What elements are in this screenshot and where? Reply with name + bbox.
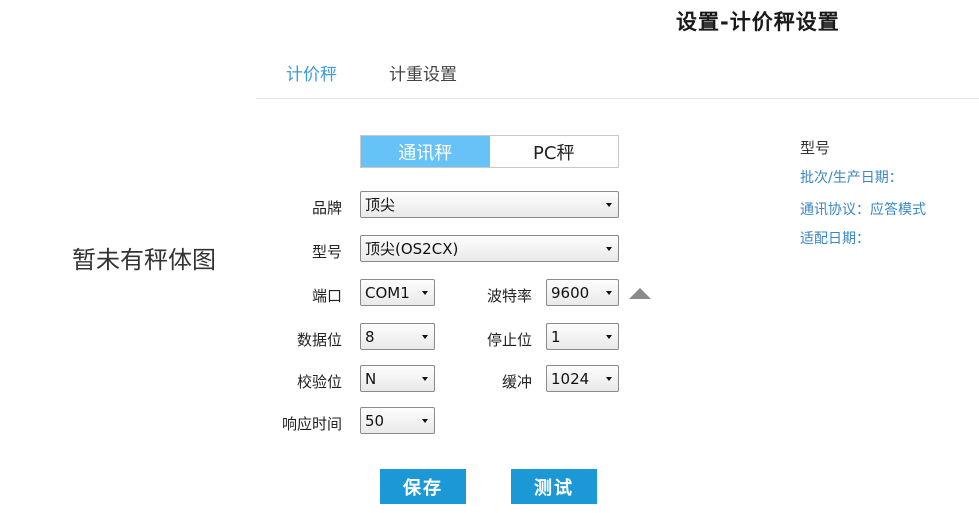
- save-button[interactable]: 保存: [380, 469, 466, 504]
- test-button[interactable]: 测试: [511, 469, 597, 504]
- baud-rate-label: 波特率: [486, 287, 532, 305]
- scale-image-placeholder: 暂未有秤体图: [72, 246, 216, 274]
- parity-select[interactable]: N: [360, 365, 435, 392]
- chevron-down-icon: [606, 376, 612, 381]
- chevron-down-icon: [606, 246, 612, 251]
- tab-pricing-scale[interactable]: 计价秤: [286, 60, 337, 85]
- chevron-down-icon: [422, 334, 428, 339]
- stop-bits-value: 1: [551, 327, 561, 346]
- baud-rate-value: 9600: [551, 283, 590, 302]
- data-bits-select[interactable]: 8: [360, 323, 435, 350]
- tab-bar: 计价秤 计重设置: [256, 48, 979, 99]
- parity-value: N: [365, 369, 377, 388]
- buffer-label: 缓冲: [501, 373, 532, 391]
- port-label: 端口: [311, 287, 342, 305]
- port-value: COM1: [365, 283, 410, 302]
- model-label: 型号: [311, 243, 342, 261]
- page-title: 设置-计价秤设置: [676, 10, 840, 34]
- stop-bits-label: 停止位: [486, 331, 532, 349]
- response-time-select[interactable]: 50: [360, 407, 435, 434]
- parity-label: 校验位: [296, 373, 342, 391]
- info-batch-date: 批次/生产日期：: [800, 170, 903, 186]
- response-time-label: 响应时间: [281, 415, 342, 433]
- mode-pc-scale-button[interactable]: PC秤: [489, 136, 618, 167]
- tab-weighing-settings[interactable]: 计重设置: [389, 60, 457, 85]
- scale-mode-toggle: 通讯秤 PC秤: [360, 135, 619, 168]
- chevron-down-icon: [606, 334, 612, 339]
- info-protocol: 通讯协议：应答模式: [800, 202, 926, 218]
- chevron-down-icon: [606, 202, 612, 207]
- brand-value: 顶尖: [365, 196, 396, 214]
- info-adapt-date: 适配日期：: [800, 231, 870, 247]
- buffer-value: 1024: [551, 369, 590, 388]
- baud-rate-select[interactable]: 9600: [546, 279, 619, 306]
- chevron-down-icon: [422, 376, 428, 381]
- stop-bits-select[interactable]: 1: [546, 323, 619, 350]
- chevron-down-icon: [606, 290, 612, 295]
- model-value: 顶尖(OS2CX): [365, 240, 459, 258]
- response-time-value: 50: [365, 411, 385, 430]
- info-model-label: 型号: [800, 139, 831, 157]
- port-select[interactable]: COM1: [360, 279, 435, 306]
- buffer-select[interactable]: 1024: [546, 365, 619, 392]
- collapse-triangle-icon[interactable]: [629, 288, 651, 299]
- brand-select[interactable]: 顶尖: [360, 191, 619, 218]
- data-bits-label: 数据位: [296, 331, 342, 349]
- mode-comm-scale-button[interactable]: 通讯秤: [361, 136, 490, 167]
- chevron-down-icon: [422, 290, 428, 295]
- model-select[interactable]: 顶尖(OS2CX): [360, 235, 619, 262]
- brand-label: 品牌: [311, 199, 342, 217]
- chevron-down-icon: [422, 418, 428, 423]
- data-bits-value: 8: [365, 327, 375, 346]
